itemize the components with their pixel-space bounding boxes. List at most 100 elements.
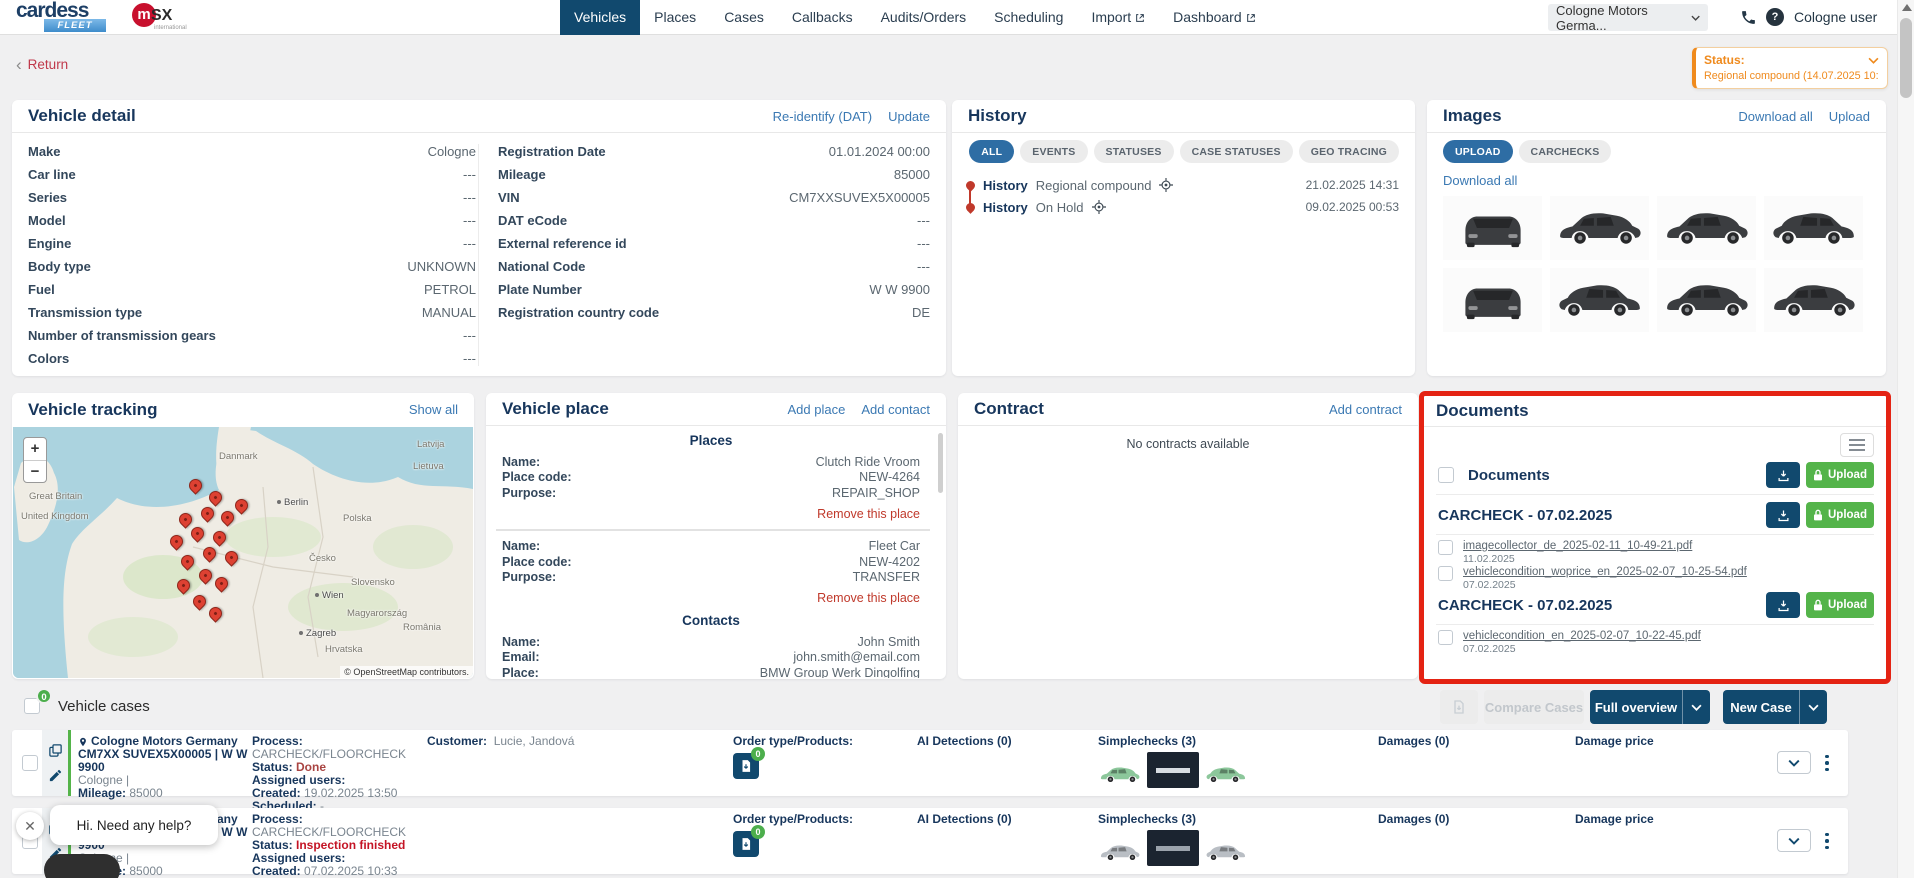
nav-tab-cases[interactable]: Cases bbox=[710, 0, 778, 35]
download-button[interactable] bbox=[1766, 462, 1800, 488]
chevron-down-icon[interactable] bbox=[1799, 690, 1827, 724]
vehicle-photo[interactable] bbox=[1657, 196, 1756, 260]
vehicle-photo[interactable] bbox=[1657, 268, 1756, 332]
add-contact-link[interactable]: Add contact bbox=[861, 402, 930, 417]
menu-hamburger-button[interactable] bbox=[1840, 433, 1874, 457]
new-case-button[interactable]: New Case bbox=[1723, 690, 1827, 724]
reidentify-dat-link[interactable]: Re-identify (DAT) bbox=[773, 109, 872, 124]
order-products-button[interactable]: 0 bbox=[733, 825, 765, 857]
case-menu-kebab[interactable] bbox=[1820, 749, 1834, 777]
documents-checkbox[interactable] bbox=[1438, 467, 1454, 483]
nav-tab-callbacks[interactable]: Callbacks bbox=[778, 0, 867, 35]
download-all-link-secondary[interactable]: Download all bbox=[1443, 173, 1517, 188]
case-row[interactable]: Cologne Motors Germany CM7XX SUVEX5X0000… bbox=[12, 730, 1848, 813]
chat-close-button[interactable]: ✕ bbox=[16, 812, 44, 840]
update-link[interactable]: Update bbox=[888, 109, 930, 124]
zoom-in-button[interactable]: + bbox=[24, 438, 46, 460]
chat-help-bubble[interactable]: Hi. Need any help? bbox=[50, 805, 218, 845]
remove-place-link[interactable]: Remove this place bbox=[817, 591, 920, 605]
history-filter-geo-tracing[interactable]: GEO TRACING bbox=[1298, 140, 1399, 163]
panel-title: History bbox=[968, 106, 1027, 125]
lock-icon bbox=[1814, 599, 1822, 611]
download-button[interactable] bbox=[1766, 592, 1800, 618]
geo-target-icon[interactable] bbox=[1091, 200, 1106, 214]
add-contract-link[interactable]: Add contract bbox=[1329, 402, 1402, 417]
vehicle-photo[interactable] bbox=[1550, 268, 1649, 332]
simplecheck-vin-photo[interactable] bbox=[1147, 752, 1199, 788]
return-link[interactable]: ‹ Return bbox=[16, 56, 68, 73]
chevron-down-icon[interactable] bbox=[1868, 57, 1879, 64]
user-name[interactable]: Cologne user bbox=[1794, 0, 1877, 35]
brand-fleet-badge: FLEET bbox=[44, 19, 106, 32]
images-tab-carchecks[interactable]: CARCHECKS bbox=[1518, 140, 1612, 163]
main-navigation: Vehicles Places Cases Callbacks Audits/O… bbox=[560, 0, 1270, 35]
file-checkbox[interactable] bbox=[1438, 540, 1453, 555]
images-tab-upload[interactable]: UPLOAD bbox=[1443, 140, 1513, 163]
vehicle-photo[interactable] bbox=[1443, 268, 1542, 332]
copy-icon[interactable] bbox=[48, 743, 63, 758]
scrollbar-thumb[interactable] bbox=[1900, 18, 1912, 98]
full-overview-button[interactable]: Full overview bbox=[1590, 690, 1710, 724]
nav-tab-places[interactable]: Places bbox=[640, 0, 710, 35]
case-menu-kebab[interactable] bbox=[1820, 827, 1834, 855]
nav-tab-dashboard[interactable]: Dashboard bbox=[1159, 0, 1270, 35]
file-link[interactable]: imagecollector_de_2025-02-11_10-49-21.pd… bbox=[1463, 540, 1692, 552]
panel-scrollbar[interactable] bbox=[938, 433, 943, 493]
history-filter-statuses[interactable]: STATUSES bbox=[1093, 140, 1174, 163]
simplecheck-photo[interactable] bbox=[1204, 839, 1248, 866]
case-damages: Damages (0) bbox=[1378, 734, 1450, 748]
file-link[interactable]: vehiclecondition_woprice_en_2025-02-07_1… bbox=[1463, 566, 1747, 578]
scroll-up-arrow[interactable] bbox=[1902, 4, 1912, 11]
file-link[interactable]: vehiclecondition_en_2025-02-07_10-22-45.… bbox=[1463, 630, 1701, 642]
upload-button[interactable]: Upload bbox=[1806, 462, 1874, 488]
download-button[interactable] bbox=[1766, 502, 1800, 528]
status-banner[interactable]: Status: Regional compound (14.07.2025 10… bbox=[1692, 47, 1888, 89]
case-checkbox[interactable] bbox=[22, 755, 38, 771]
edit-pencil-icon[interactable] bbox=[48, 768, 63, 783]
nav-tab-import[interactable]: Import bbox=[1077, 0, 1159, 35]
history-entry[interactable]: History Regional compound 21.02.2025 14:… bbox=[964, 176, 1399, 194]
export-cases-button[interactable] bbox=[1440, 690, 1478, 724]
simplecheck-photo[interactable] bbox=[1098, 839, 1142, 866]
history-filter-all[interactable]: ALL bbox=[969, 140, 1015, 163]
case-order-products: Order type/Products: 0 bbox=[733, 735, 893, 779]
history-filter-case-statuses[interactable]: CASE STATUSES bbox=[1179, 140, 1293, 163]
vehicle-photo[interactable] bbox=[1764, 196, 1863, 260]
compare-cases-button[interactable]: Compare Cases bbox=[1484, 690, 1584, 724]
history-filter-events[interactable]: EVENTS bbox=[1020, 140, 1088, 163]
company-selector[interactable]: Cologne Motors Germa... bbox=[1548, 3, 1708, 33]
show-all-link[interactable]: Show all bbox=[409, 402, 458, 417]
order-products-button[interactable]: 0 bbox=[733, 747, 765, 779]
vehicle-photo[interactable] bbox=[1764, 268, 1863, 332]
expand-case-button[interactable] bbox=[1777, 751, 1811, 774]
nav-tab-vehicles[interactable]: Vehicles bbox=[560, 0, 641, 35]
case-status-value: Done bbox=[296, 760, 327, 774]
chevron-down-icon[interactable] bbox=[1682, 690, 1710, 724]
upload-link[interactable]: Upload bbox=[1829, 109, 1870, 124]
upload-button[interactable]: Upload bbox=[1806, 502, 1874, 528]
zoom-out-button[interactable]: − bbox=[24, 460, 46, 482]
download-all-link[interactable]: Download all bbox=[1738, 109, 1812, 124]
geo-target-icon[interactable] bbox=[1159, 178, 1174, 192]
simplecheck-photo[interactable] bbox=[1098, 761, 1142, 788]
history-entry[interactable]: History On Hold 09.02.2025 00:53 bbox=[964, 198, 1399, 216]
file-checkbox[interactable] bbox=[1438, 630, 1453, 645]
upload-button[interactable]: Upload bbox=[1806, 592, 1874, 618]
expand-case-button[interactable] bbox=[1777, 829, 1811, 852]
phone-icon[interactable] bbox=[1740, 9, 1757, 26]
vehicle-photo[interactable] bbox=[1443, 196, 1542, 260]
add-place-link[interactable]: Add place bbox=[788, 402, 846, 417]
nav-tab-audits-orders[interactable]: Audits/Orders bbox=[867, 0, 981, 35]
tracking-map[interactable]: Great Britain United Kingdom Danmark Lat… bbox=[13, 427, 473, 678]
page-scrollbar[interactable] bbox=[1897, 0, 1914, 878]
help-icon[interactable]: ? bbox=[1766, 8, 1784, 26]
file-checkbox[interactable] bbox=[1438, 566, 1453, 581]
simplecheck-photo[interactable] bbox=[1204, 761, 1248, 788]
simplecheck-photo-dark[interactable] bbox=[1147, 830, 1199, 866]
nav-tab-scheduling[interactable]: Scheduling bbox=[980, 0, 1077, 35]
chat-launcher[interactable] bbox=[44, 854, 120, 878]
case-row[interactable]: Cologne Motors Germany CM7XX SUVEX5X0000… bbox=[12, 808, 1848, 878]
remove-place-link[interactable]: Remove this place bbox=[817, 507, 920, 521]
cardess-fleet-logo[interactable]: cardess FLEET bbox=[16, 0, 126, 34]
vehicle-photo[interactable] bbox=[1550, 196, 1649, 260]
